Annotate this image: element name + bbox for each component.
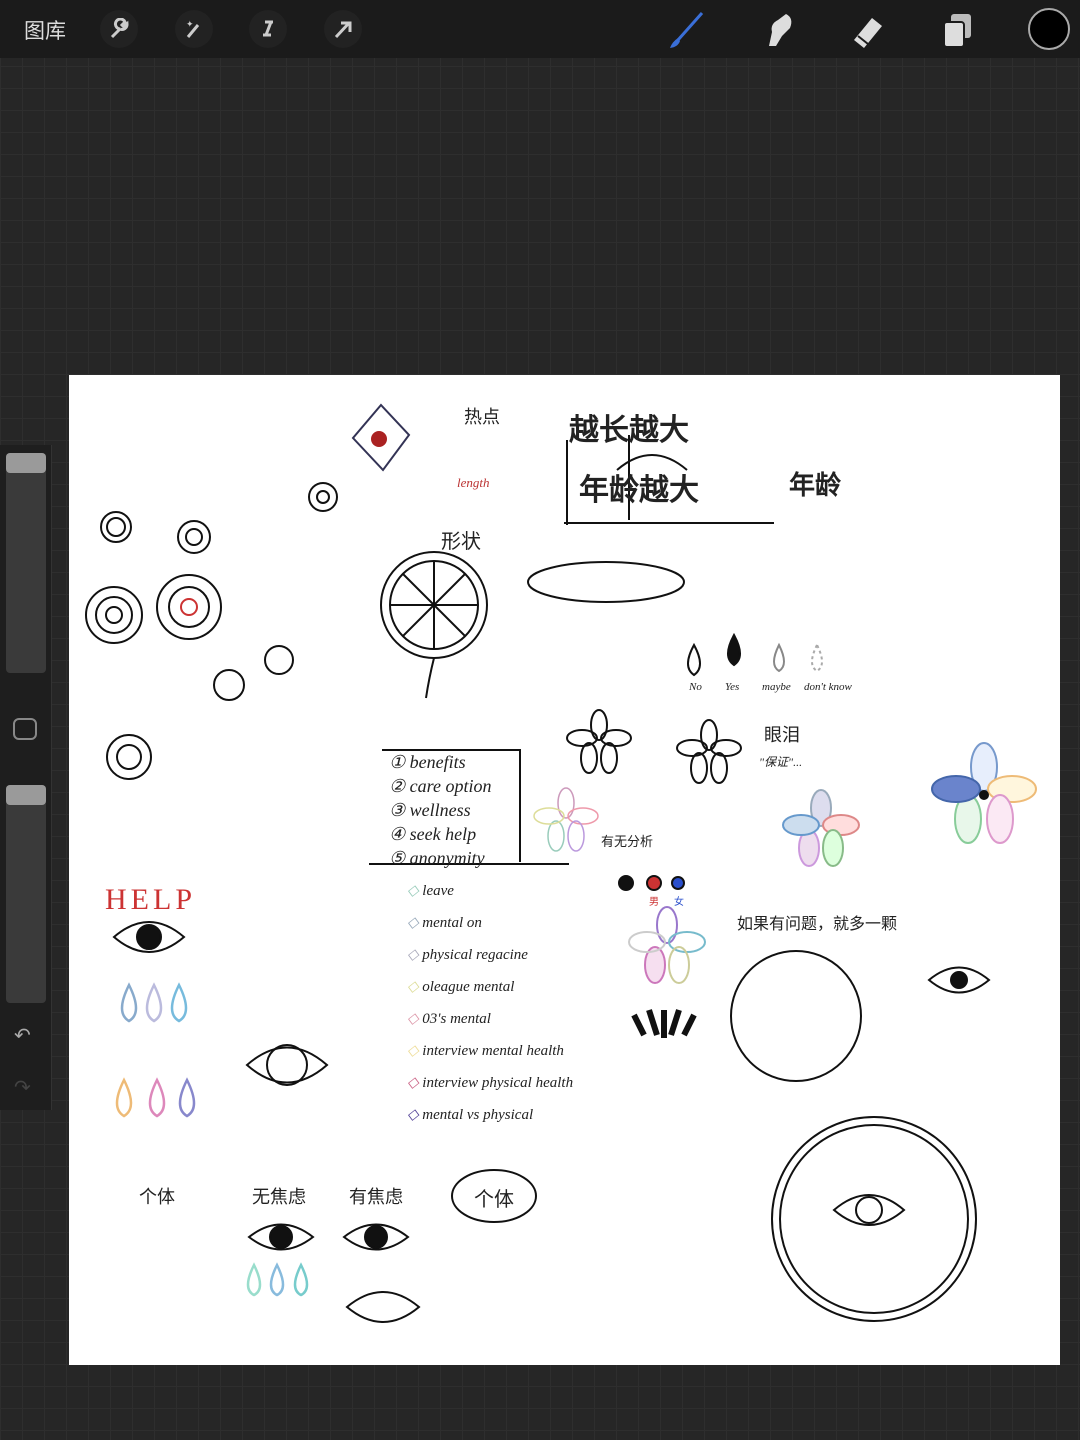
wrench-icon[interactable] xyxy=(100,10,138,48)
list-item: ① benefits xyxy=(389,752,466,772)
hot-label: 热点 xyxy=(464,407,500,427)
modify-button[interactable] xyxy=(13,718,37,740)
transform-arrow-icon[interactable] xyxy=(324,10,362,48)
legend-item: ◇ mental on xyxy=(407,915,482,931)
redo-icon[interactable]: ↷ xyxy=(14,1075,31,1099)
legend-item: ◇ oleague mental xyxy=(407,979,515,995)
svg-text:✦: ✦ xyxy=(186,20,194,30)
problem-note: 如果有问题，就多一颗 xyxy=(737,916,898,933)
answer-dont-know: don't know xyxy=(804,681,852,693)
legend-label: interview physical health xyxy=(422,1075,574,1091)
no-anxiety-label: 无焦虑 xyxy=(252,1187,306,1207)
anxiety-label: 有焦虑 xyxy=(349,1187,403,1207)
info-note: 有无分析 xyxy=(601,834,654,849)
answer-yes: Yes xyxy=(725,681,740,693)
legend-item: ◇ physical regacine xyxy=(407,947,528,963)
magic-wand-icon[interactable]: ✦ xyxy=(175,10,213,48)
spiral-sketches xyxy=(85,482,338,780)
legend-item: ◇ 03's mental xyxy=(407,1011,491,1027)
drawing-canvas[interactable]: 越长越大 年龄越大 年龄 热点 length 形状 ① benefits ② c… xyxy=(69,375,1060,1365)
legend-label: mental on xyxy=(422,915,482,931)
title-box xyxy=(527,435,774,603)
legend-label: physical regacine xyxy=(422,947,528,963)
left-sidebar: ↶ ↷ xyxy=(0,445,52,1110)
mandala-sketch xyxy=(380,551,488,699)
legend-item: ◇ mental vs physical xyxy=(407,1107,534,1123)
legend-label: oleague mental xyxy=(422,979,515,995)
legend-item: ◇ interview physical health xyxy=(407,1075,574,1091)
list-item: ② care option xyxy=(389,776,492,796)
color-key-female: 女 xyxy=(674,897,684,908)
legend-label: interview mental health xyxy=(422,1043,564,1059)
length-label: length xyxy=(457,475,490,490)
legend-label: leave xyxy=(422,883,454,899)
sketches xyxy=(85,403,1037,1323)
legend-label: mental vs physical xyxy=(422,1107,534,1123)
gallery-button[interactable]: 图库 xyxy=(24,15,66,45)
list-item: ③ wellness xyxy=(389,800,471,820)
legend-item: ◇ leave xyxy=(407,883,454,899)
opacity-thumb[interactable] xyxy=(6,785,46,805)
list-item: ⑤ anonymity xyxy=(389,848,485,868)
tears-sub: "保证"... xyxy=(759,755,803,769)
selection-icon[interactable] xyxy=(249,10,287,48)
brush-size-thumb[interactable] xyxy=(6,453,46,473)
individual-bubble: 个体 xyxy=(474,1189,514,1211)
answer-no: No xyxy=(689,681,702,693)
legend-list: ◇ leave ◇ mental on ◇ physical regacine … xyxy=(407,875,573,1131)
list-item: ④ seek help xyxy=(389,824,477,844)
color-key-male: 男 xyxy=(649,897,659,908)
brush-size-slider[interactable] xyxy=(6,453,46,673)
drops-row xyxy=(687,632,823,677)
eraser-icon[interactable] xyxy=(846,8,890,52)
dots xyxy=(618,875,685,891)
tears-label: 眼泪 xyxy=(764,725,800,745)
title-note: 越长越大 xyxy=(569,413,689,448)
title-note: 年龄 xyxy=(789,471,842,501)
answer-maybe: maybe xyxy=(762,681,791,693)
top-toolbar: 图库 ✦ xyxy=(0,0,1080,58)
brush-icon[interactable] xyxy=(664,8,708,52)
undo-icon[interactable]: ↶ xyxy=(14,1023,31,1047)
legend-label: 03's mental xyxy=(422,1011,491,1027)
smudge-icon[interactable] xyxy=(755,8,799,52)
star-flower xyxy=(351,403,411,472)
legend-item: ◇ interview mental health xyxy=(407,1043,564,1059)
opacity-slider[interactable] xyxy=(6,785,46,1003)
color-picker-button[interactable] xyxy=(1028,8,1070,50)
individual-label: 个体 xyxy=(139,1187,175,1207)
help-text: HELP xyxy=(105,883,196,916)
title-note: 年龄越大 xyxy=(579,473,699,508)
top-label: 形状 xyxy=(441,531,481,553)
layers-icon[interactable] xyxy=(936,8,980,52)
topic-list: ① benefits ② care option ③ wellness ④ se… xyxy=(389,750,491,870)
